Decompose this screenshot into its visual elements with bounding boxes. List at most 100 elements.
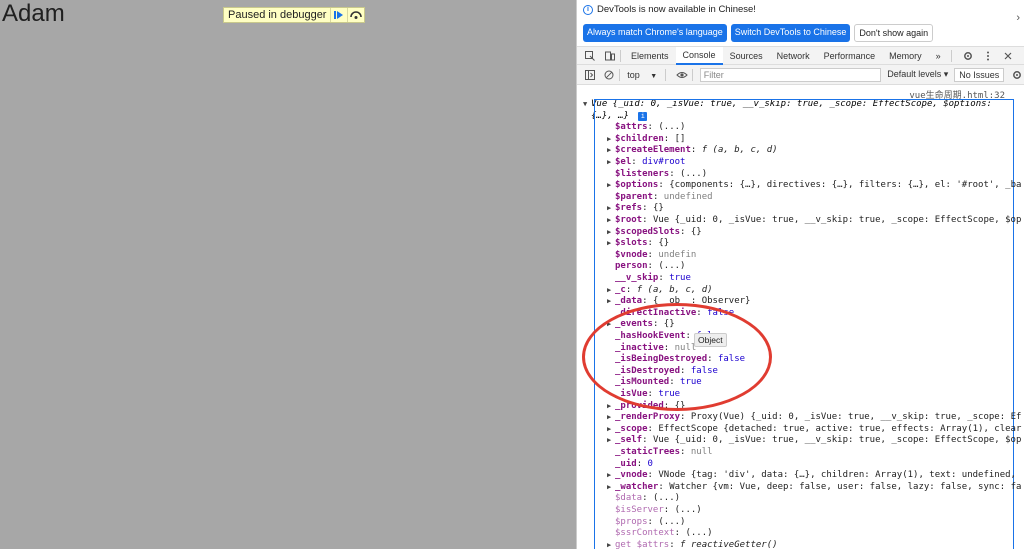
expand-arrow-icon[interactable]: ▶ <box>607 227 615 239</box>
property-row[interactable]: $isServer: (...) <box>607 505 702 517</box>
expand-arrow-icon[interactable]: ▶ <box>607 470 615 482</box>
expand-arrow-icon[interactable]: ▶ <box>607 435 615 447</box>
property-row[interactable]: $attrs: (...) <box>607 122 685 134</box>
property-row[interactable]: _isBeingDestroyed: false <box>607 354 745 366</box>
expand-arrow-icon[interactable]: ▶ <box>607 145 615 157</box>
property-row[interactable]: $data: (...) <box>607 493 680 505</box>
property-row[interactable]: _uid: 0 <box>607 459 653 471</box>
tab-network[interactable]: Network <box>770 47 817 65</box>
property-key: _self <box>615 435 643 446</box>
expand-arrow-icon[interactable]: ▶ <box>607 238 615 250</box>
property-row[interactable]: ▶ _data: {__ob__: Observer} <box>607 296 750 308</box>
property-row[interactable]: person: (...) <box>607 261 685 273</box>
expand-arrow-icon[interactable]: ▶ <box>607 203 615 215</box>
property-row[interactable]: ▶ _renderProxy: Proxy(Vue) {_uid: 0, _isV… <box>607 412 1021 424</box>
property-row[interactable]: ▶ _events: {} <box>607 319 675 331</box>
property-row[interactable]: _isMounted: true <box>607 377 702 389</box>
expand-arrow-icon[interactable]: ▶ <box>607 157 615 169</box>
property-value: div#root <box>642 157 686 167</box>
property-row[interactable]: ▶ $el: div#root <box>607 157 685 169</box>
property-row[interactable]: _isDestroyed: false <box>607 366 718 378</box>
kebab-menu-icon[interactable] <box>981 49 995 63</box>
property-row[interactable]: ▶ $options: {components: {…}, directives:… <box>607 180 1021 192</box>
tab-elements[interactable]: Elements <box>624 47 676 65</box>
expand-arrow-icon[interactable]: ▶ <box>607 319 615 331</box>
always-match-language-button[interactable]: Always match Chrome's language <box>583 24 727 42</box>
property-row[interactable]: ▶ $refs: {} <box>607 203 664 215</box>
expand-arrow-icon[interactable]: ▶ <box>607 540 615 549</box>
property-row[interactable]: ▶ $scopedSlots: {} <box>607 227 702 239</box>
issues-button[interactable]: No Issues <box>954 67 1005 82</box>
property-row[interactable]: $parent: undefined <box>607 192 713 204</box>
settings-gear-icon[interactable] <box>961 49 975 63</box>
close-icon[interactable]: › <box>1016 12 1020 24</box>
property-row[interactable]: ▶ $root: Vue {_uid: 0, _isVue: true, __v_… <box>607 215 1021 227</box>
property-key: _inactive <box>615 342 664 353</box>
switch-to-chinese-button[interactable]: Switch DevTools to Chinese <box>730 24 851 42</box>
colon-separator: : <box>642 203 653 214</box>
expand-arrow-icon[interactable]: ▶ <box>607 134 615 146</box>
property-row[interactable]: $listeners: (...) <box>607 169 707 181</box>
property-key: $slots <box>615 238 648 249</box>
tab-memory[interactable]: Memory <box>882 47 929 65</box>
tab-performance[interactable]: Performance <box>817 47 883 65</box>
property-row[interactable]: _directInactive: false <box>607 308 734 320</box>
property-row[interactable]: ▶ _self: Vue {_uid: 0, _isVue: true, __v_… <box>607 435 1021 447</box>
property-row[interactable]: _staticTrees: null <box>607 447 713 459</box>
property-row[interactable]: ▶ _c: f (a, b, c, d) <box>607 285 713 297</box>
property-key: _watcher <box>615 481 659 492</box>
property-row[interactable]: $ssrContext: (...) <box>607 528 713 540</box>
console-toolbar: top ▼ Filter Default levels ▾ No Issues <box>577 65 1024 85</box>
dont-show-again-button[interactable]: Don't show again <box>854 24 934 42</box>
clear-console-icon[interactable] <box>603 68 617 82</box>
property-row[interactable]: __v_skip: true <box>607 273 691 285</box>
property-value: false <box>707 307 735 318</box>
expand-arrow-icon[interactable]: ▶ <box>607 412 615 424</box>
info-icon: i <box>583 4 593 15</box>
property-key: _scope <box>615 423 648 434</box>
page-viewport: Adam Paused in debugger <box>0 0 576 549</box>
property-key: $vnode <box>615 249 648 260</box>
expand-arrow-icon[interactable]: ▼ <box>583 99 591 111</box>
expand-arrow-icon[interactable]: ▶ <box>607 215 615 227</box>
expand-arrow-icon[interactable]: ▶ <box>607 180 615 192</box>
filter-input[interactable]: Filter <box>699 67 882 82</box>
tab-console[interactable]: Console <box>675 46 723 65</box>
expand-arrow-icon[interactable]: ▶ <box>607 296 615 308</box>
inspect-element-icon[interactable] <box>583 49 597 63</box>
step-over-button[interactable] <box>347 8 364 22</box>
close-devtools-icon[interactable] <box>1001 49 1015 63</box>
property-row[interactable]: ▶ $children: [] <box>607 134 685 146</box>
property-row[interactable]: ▶ _watcher: Watcher {vm: Vue, deep: false… <box>607 482 1021 494</box>
property-row[interactable]: _isVue: true <box>607 389 680 401</box>
live-expression-eye-icon[interactable] <box>675 68 689 82</box>
colon-separator: : <box>647 470 659 481</box>
property-row[interactable]: ▶ _scope: EffectScope {detached: true, ac… <box>607 424 1021 436</box>
device-toolbar-icon[interactable] <box>603 49 617 63</box>
property-row[interactable]: ▶ $createElement: f (a, b, c, d) <box>607 145 778 157</box>
log-levels-dropdown[interactable]: Default levels ▾ <box>887 69 948 80</box>
expand-arrow-icon[interactable]: ▶ <box>607 401 615 413</box>
expand-arrow-icon[interactable]: ▶ <box>607 424 615 436</box>
property-value: 0 <box>647 458 653 469</box>
property-key: $scopedSlots <box>615 226 681 237</box>
colon-separator: : <box>663 133 675 144</box>
tab-sources[interactable]: Sources <box>723 47 770 65</box>
hover-tooltip: Object <box>694 333 727 347</box>
property-row[interactable]: ▶ get $attrs: f reactiveGetter() <box>607 540 778 549</box>
sidebar-toggle-icon[interactable] <box>583 68 597 82</box>
property-row[interactable]: ▶ _provided: {} <box>607 401 685 413</box>
property-key: $el <box>615 157 632 167</box>
expand-arrow-icon[interactable]: ▶ <box>607 482 615 494</box>
context-selector[interactable]: top ▼ <box>627 70 657 80</box>
expand-arrow-icon[interactable]: ▶ <box>607 285 615 297</box>
property-row[interactable]: ▶ $slots: {} <box>607 238 669 250</box>
resume-button[interactable] <box>330 8 347 22</box>
property-row[interactable]: ▶ _vnode: VNode {tag: 'div', data: {…}, c… <box>607 470 1016 482</box>
more-tabs-button[interactable]: » <box>929 47 948 65</box>
property-value: {components: {…}, directives: {…}, filte… <box>669 180 1022 191</box>
property-row[interactable]: $props: (...) <box>607 517 685 529</box>
console-settings-gear-icon[interactable] <box>1010 68 1024 82</box>
property-row[interactable]: _inactive: null <box>607 343 696 355</box>
property-row[interactable]: $vnode: undefin <box>607 250 696 262</box>
